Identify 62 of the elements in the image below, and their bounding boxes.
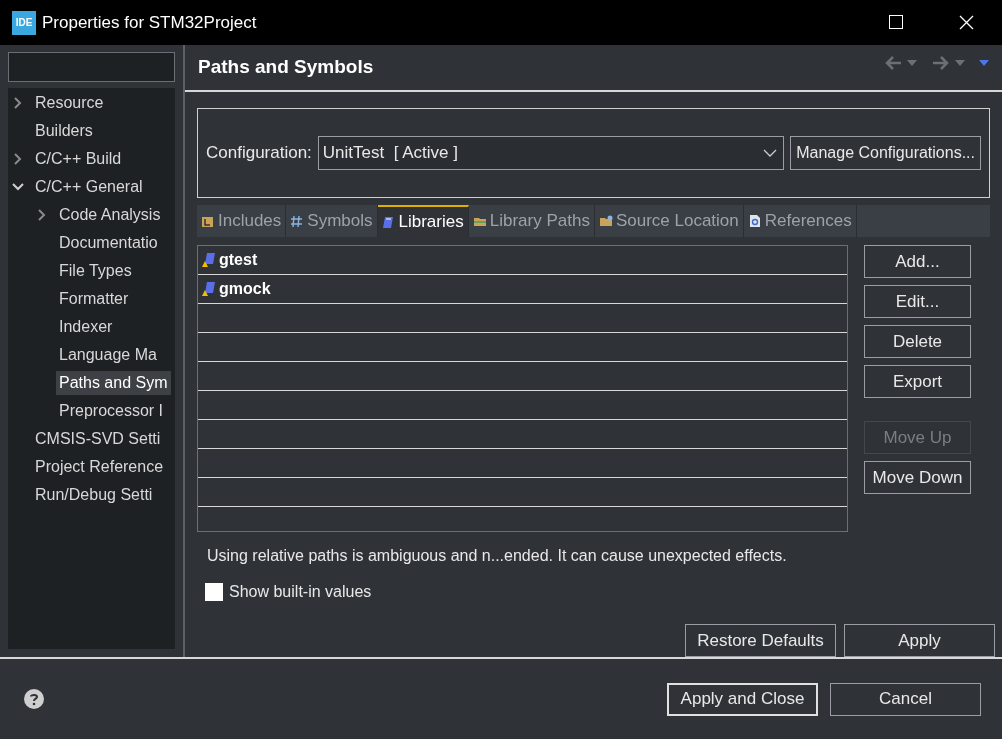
tab[interactable]: Library Paths (468, 205, 595, 237)
tree-item[interactable]: Language Ma (56, 343, 160, 367)
tree-item[interactable]: Code Analysis (56, 203, 164, 227)
window-title: Properties for STM32Project (42, 11, 257, 34)
tab[interactable]: Source Location (594, 205, 744, 237)
chevron-down-icon (763, 149, 778, 157)
configuration-dropdown[interactable]: UnitTest [ Active ] (317, 136, 785, 170)
collapsed-chevron-icon[interactable] (12, 153, 24, 165)
dropdown-caret-icon[interactable] (954, 59, 966, 67)
collapsed-chevron-icon[interactable] (12, 97, 24, 109)
expanded-chevron-icon[interactable] (12, 181, 24, 193)
tree-item[interactable]: Run/Debug Setti (32, 483, 156, 507)
list-action-button[interactable]: Add... (864, 245, 971, 278)
view-menu-icon[interactable] (978, 59, 990, 67)
warning-message: Using relative paths is ambiguous and n...ended. It can cause unexpected effects. (207, 546, 788, 566)
tree-item[interactable]: Builders (32, 119, 96, 143)
tree-item[interactable]: Paths and Sym (56, 371, 171, 395)
apply-button[interactable]: Apply (844, 624, 995, 657)
include-icon (201, 214, 215, 228)
document-search-icon (747, 214, 762, 228)
library-row[interactable]: gtest (198, 246, 847, 275)
library-warning-icon (202, 281, 216, 297)
collapsed-chevron-icon[interactable] (36, 209, 48, 221)
checkbox[interactable] (205, 583, 223, 601)
book-icon (381, 215, 396, 229)
app-logo-icon: IDE (12, 10, 36, 35)
hash-icon (290, 214, 305, 228)
list-action-button[interactable]: Export (864, 365, 971, 398)
tab[interactable]: References (743, 205, 857, 237)
checkbox-label[interactable]: Show built-in values (229, 580, 372, 604)
tree-item[interactable]: Resource (32, 91, 107, 115)
restore-defaults-button[interactable]: Restore Defaults (685, 624, 836, 657)
tree-item[interactable]: C/C++ Build (32, 147, 125, 171)
maximize-icon[interactable] (889, 15, 903, 29)
library-row[interactable]: gmock (198, 275, 847, 304)
manage-configurations-button[interactable]: Manage Configurations... (790, 136, 981, 170)
cancel-button[interactable]: Cancel (830, 682, 981, 716)
filter-field[interactable] (8, 52, 175, 82)
page-title: Paths and Symbols (198, 55, 374, 80)
tree-item[interactable]: Preprocessor I (56, 399, 167, 423)
apply-and-close-button[interactable]: Apply and Close (667, 682, 818, 716)
tree-item[interactable]: C/C++ General (32, 175, 146, 199)
list-action-button[interactable]: Move Down (864, 461, 971, 494)
configuration-label: Configuration: (206, 142, 312, 165)
back-arrow-icon[interactable] (884, 55, 902, 71)
tab[interactable]: Symbols (286, 205, 378, 237)
list-action-button[interactable]: Edit... (864, 285, 971, 318)
list-action-button[interactable]: Delete (864, 325, 971, 358)
tree-item[interactable]: File Types (56, 259, 135, 283)
tree-item[interactable]: Project Reference (32, 455, 167, 479)
tree-item[interactable]: Formatter (56, 287, 132, 311)
tab[interactable]: Includes (197, 205, 287, 237)
tree-item[interactable]: Documentatio (56, 231, 161, 255)
folder-icon (598, 214, 613, 228)
tree-item[interactable]: CMSIS-SVD Setti (32, 427, 164, 451)
dropdown-caret-icon[interactable] (906, 59, 918, 67)
tab[interactable]: Libraries (377, 205, 469, 237)
tree-item[interactable]: Indexer (56, 315, 116, 339)
forward-arrow-icon[interactable] (932, 55, 950, 71)
help-icon[interactable] (24, 689, 44, 709)
close-icon[interactable] (959, 15, 974, 30)
library-warning-icon (202, 252, 216, 268)
